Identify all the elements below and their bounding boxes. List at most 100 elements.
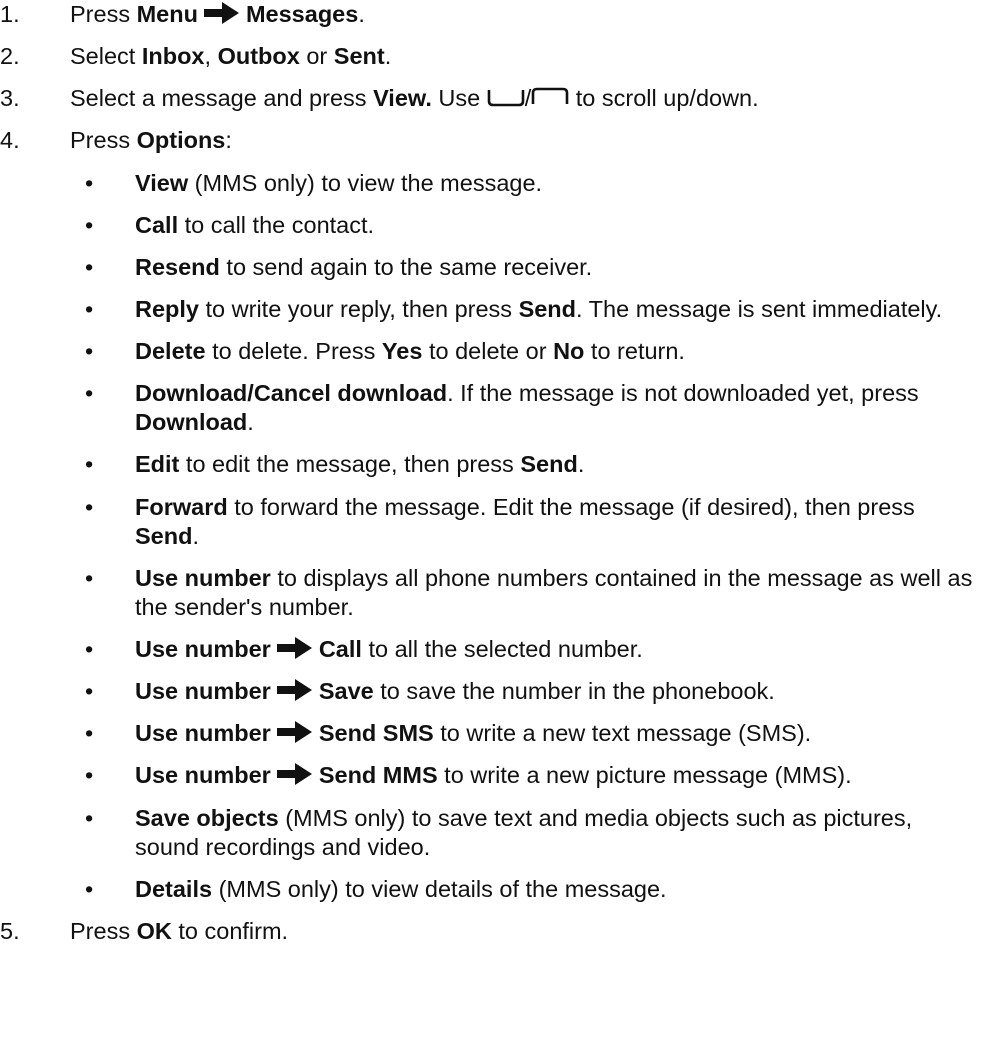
option-text: to write your reply, then press xyxy=(199,295,519,322)
messages-label: Messages xyxy=(245,1,359,27)
option-text: to delete. Press xyxy=(205,338,382,364)
bullet: • xyxy=(85,380,94,407)
punctuation: . xyxy=(358,1,365,27)
option-text: to forward the message. Edit the message… xyxy=(227,493,915,520)
option-call: • Call to call the contact. xyxy=(70,211,982,240)
option-label: Edit xyxy=(135,451,180,478)
step-4: 4. Press Options: • View (MMS only) to v… xyxy=(0,126,982,904)
ok-key-label: OK xyxy=(136,917,172,944)
bullet: • xyxy=(85,295,94,322)
option-text: to write a new text message (SMS). xyxy=(433,720,812,747)
bullet: • xyxy=(85,493,94,520)
option-text: to save the number in the phonebook. xyxy=(373,678,775,705)
view-key-label: View. xyxy=(373,85,432,112)
step-number: 5. xyxy=(0,917,20,944)
option-reply: • Reply to write your reply, then press … xyxy=(70,295,982,324)
yes-key-label: Yes xyxy=(381,338,423,364)
send-key-label: Send xyxy=(135,522,193,549)
option-text: to call the contact. xyxy=(178,211,375,238)
step-text: Press xyxy=(70,127,137,154)
option-sublabel: Send MMS xyxy=(318,762,438,789)
option-sublabel: Send SMS xyxy=(318,720,434,747)
option-view: • View (MMS only) to view the message. xyxy=(70,169,982,198)
scroll-down-key-icon xyxy=(487,90,525,107)
right-arrow-icon xyxy=(277,720,313,744)
option-label: Use number xyxy=(135,762,271,789)
option-text: (MMS only) to view the message. xyxy=(188,169,543,196)
right-arrow-icon xyxy=(277,762,313,786)
step-3: 3. Select a message and press View. Use … xyxy=(0,84,982,113)
option-label: Use number xyxy=(135,678,271,705)
option-save-objects: • Save objects (MMS only) to save text a… xyxy=(70,804,982,862)
option-label: Reply xyxy=(135,295,199,322)
right-arrow-icon xyxy=(204,1,240,25)
option-label: Download xyxy=(135,380,248,407)
option-label: Call xyxy=(135,211,179,238)
option-text: to return. xyxy=(584,338,685,364)
option-text: (MMS only) to view details of the messag… xyxy=(212,875,667,902)
option-text: to write a new picture message (MMS). xyxy=(437,762,852,789)
bullet: • xyxy=(85,338,94,364)
bullet: • xyxy=(85,762,94,789)
option-text: . xyxy=(192,522,199,549)
option-label: Use number xyxy=(135,564,271,591)
step-number: 4. xyxy=(0,127,20,154)
step-number: 3. xyxy=(0,85,20,112)
option-use-number: • Use number to displays all phone numbe… xyxy=(70,564,982,622)
menu-key-label: Menu xyxy=(136,1,198,27)
bullet: • xyxy=(85,678,94,705)
option-text: to all the selected number. xyxy=(361,636,643,662)
option-label: Use number xyxy=(135,636,271,662)
step-text: Select a message and press xyxy=(70,85,374,112)
option-use-number-sms: • Use number Send SMS to write a new text… xyxy=(70,719,982,748)
step-text: Use xyxy=(431,85,487,112)
bullet: • xyxy=(85,564,94,591)
option-text: . xyxy=(577,451,585,478)
step-text: Press xyxy=(70,1,137,27)
download-key-label: Download xyxy=(135,409,248,436)
option-sublabel: Call xyxy=(318,636,362,662)
option-download: • Download/Cancel download. If the messa… xyxy=(70,379,982,437)
bullet: • xyxy=(85,720,94,747)
option-forward: • Forward to forward the message. Edit t… xyxy=(70,493,982,551)
step-number: 2. xyxy=(0,43,20,70)
step-text: or xyxy=(299,43,334,70)
bullet: • xyxy=(85,169,94,196)
send-key-label: Send xyxy=(518,295,577,322)
option-use-number-mms: • Use number Send MMS to write a new pict… xyxy=(70,761,982,790)
option-label: View xyxy=(135,169,189,196)
option-text: . If the message is not downloaded yet, … xyxy=(447,380,919,407)
punctuation: : xyxy=(225,127,232,154)
option-details: • Details (MMS only) to view details of … xyxy=(70,875,982,904)
bullet: • xyxy=(85,636,94,662)
scroll-up-key-icon xyxy=(531,87,569,105)
option-text: to send again to the same receiver. xyxy=(219,253,593,280)
option-label: Use number xyxy=(135,720,271,747)
step-5: 5. Press OK to confirm. xyxy=(0,917,982,946)
option-text: . xyxy=(247,409,254,436)
option-text: to edit the message, then press xyxy=(179,451,521,478)
option-use-number-save: • Use number Save to save the number in t… xyxy=(70,677,982,706)
bullet: • xyxy=(85,211,94,238)
bullet: • xyxy=(85,875,94,902)
option-text: . The message is sent immediately. xyxy=(576,295,943,322)
no-key-label: No xyxy=(553,338,585,364)
option-text: to delete or xyxy=(422,338,554,364)
option-sublabel: Save xyxy=(318,678,374,705)
bullet: • xyxy=(85,451,94,478)
option-label: Resend xyxy=(135,253,220,280)
step-1: 1. Press Menu Messages. xyxy=(0,0,982,29)
options-key-label: Options xyxy=(136,127,226,154)
step-number: 1. xyxy=(0,1,20,27)
option-label: Forward xyxy=(135,493,228,520)
option-use-number-call: • Use number Call to all the selected num… xyxy=(70,635,982,664)
option-edit: • Edit to edit the message, then press S… xyxy=(70,450,982,479)
punctuation: . xyxy=(384,43,392,70)
option-label: Save objects xyxy=(135,804,279,831)
step-list: 1. Press Menu Messages. 2. Select Inbox, … xyxy=(0,0,982,946)
right-arrow-icon xyxy=(277,636,313,660)
separator: , xyxy=(204,43,218,70)
step-2: 2. Select Inbox, Outbox or Sent. xyxy=(0,42,982,71)
options-list: • View (MMS only) to view the message. •… xyxy=(70,169,982,904)
inbox-label: Inbox xyxy=(141,43,205,70)
